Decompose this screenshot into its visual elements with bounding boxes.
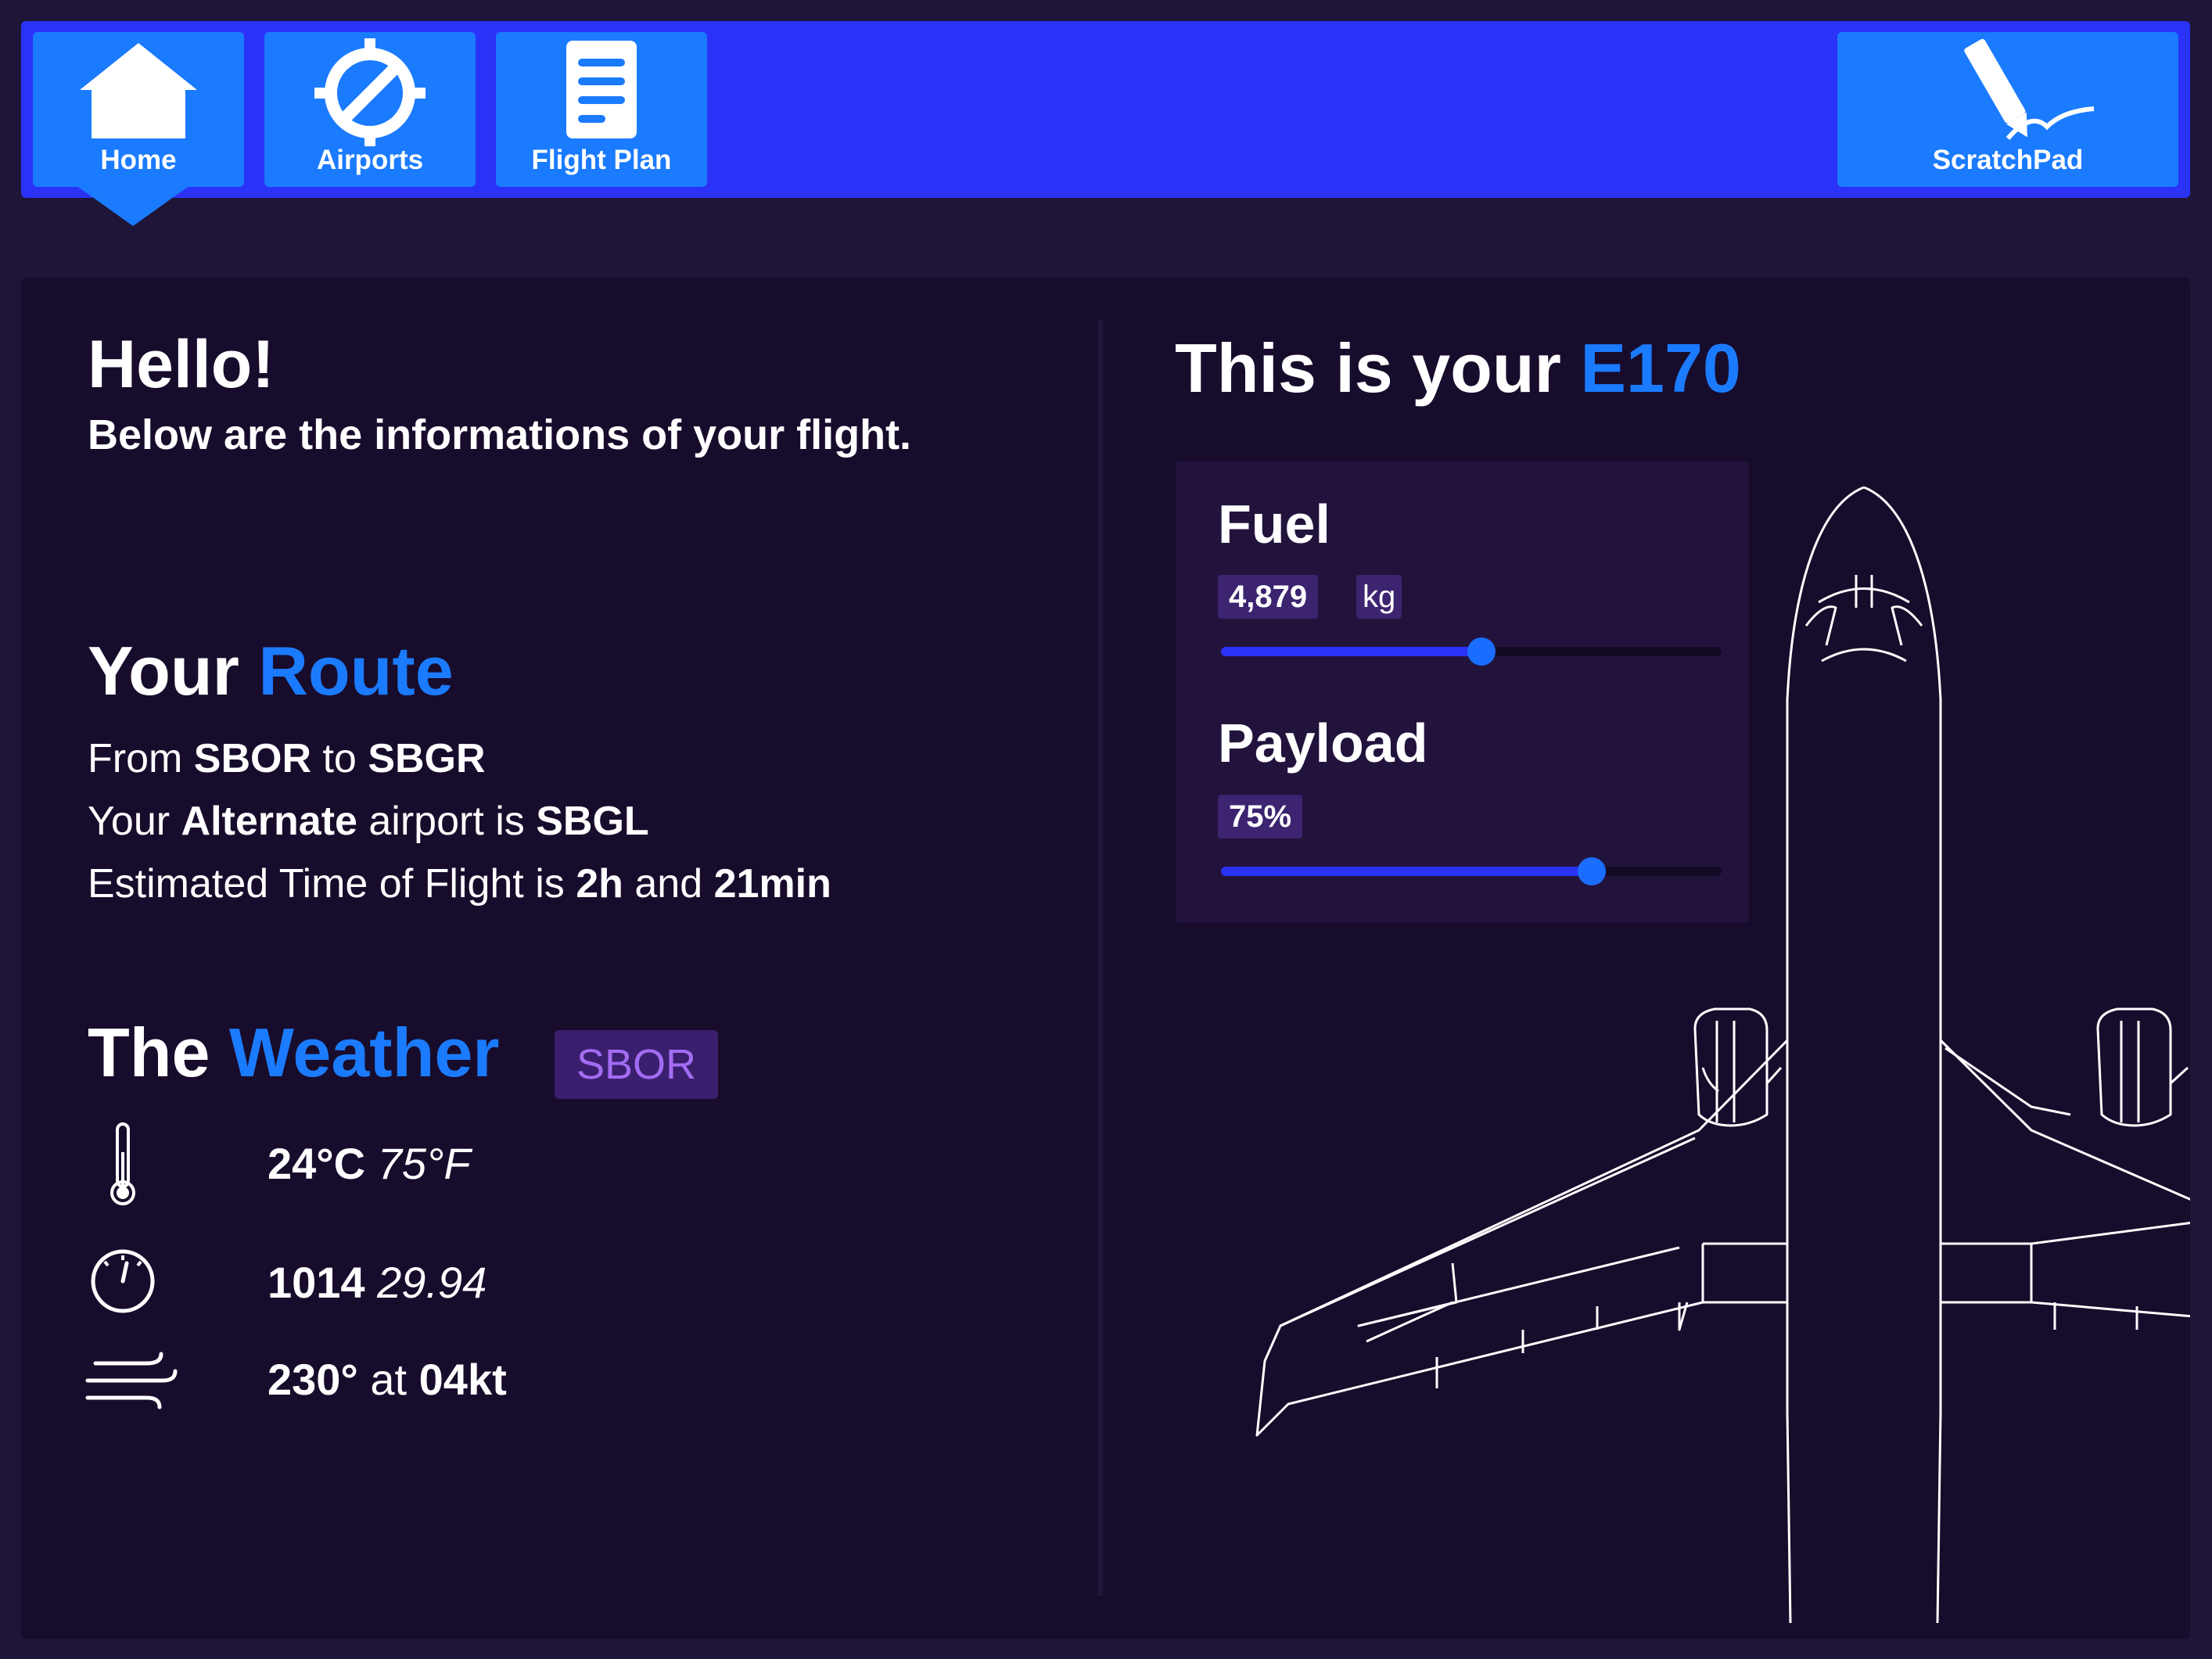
origin-airport: SBOR [193, 736, 312, 781]
temperature-text: 24°C 75°F [268, 1138, 471, 1189]
nav-home-button[interactable]: Home [33, 32, 244, 187]
route-title: Your Route [88, 631, 454, 711]
main-panel: Hello! Below are the informations of you… [21, 278, 2190, 1639]
ete-and: and [634, 861, 703, 907]
weather-title-prefix: The [88, 1014, 210, 1091]
nav-airports-button[interactable]: Airports [264, 32, 476, 187]
pressure-inhg: 29.94 [377, 1258, 487, 1307]
pen-icon [1837, 37, 2178, 146]
temperature-row: 24°C 75°F [88, 1121, 471, 1207]
destination-airport: SBGR [368, 736, 486, 781]
weather-title: The Weather [88, 1013, 500, 1093]
route-from-to: From SBOR to SBGR [88, 735, 486, 782]
route-title-accent: Route [258, 632, 454, 709]
alternate-prefix: Your [88, 799, 171, 844]
alternate-mid: airport is [368, 799, 525, 844]
payload-slider[interactable] [1221, 857, 1722, 885]
temp-celsius: 24°C [268, 1139, 366, 1188]
top-nav-bar: Home Airports Flight Plan ScratchPad [21, 21, 2190, 226]
greeting-subtitle: Below are the informations of your fligh… [88, 411, 912, 458]
fuel-unit-badge: kg [1356, 575, 1402, 619]
fuel-label: Fuel [1218, 494, 1330, 555]
nav-home-label: Home [100, 145, 177, 175]
fuel-value-badge: 4,879 [1218, 575, 1319, 619]
aircraft-title-prefix: This is your [1175, 329, 1561, 407]
active-tab-indicator [78, 187, 188, 226]
temp-fahrenheit: 75°F [377, 1139, 471, 1188]
aircraft-model: E170 [1580, 329, 1741, 407]
payload-slider-fill [1221, 867, 1592, 876]
fuel-slider-fill [1221, 647, 1481, 656]
to-label: to [322, 736, 357, 781]
pressure-text: 1014 29.94 [268, 1257, 487, 1308]
ete-prefix: Estimated Time of Flight is [88, 861, 565, 907]
route-alternate: Your Alternate airport is SBGL [88, 798, 649, 845]
wind-row: 230° at 04kt [85, 1349, 507, 1412]
pressure-hpa: 1014 [268, 1258, 365, 1307]
ete-minutes: 21min [713, 861, 831, 907]
greeting-title: Hello! [88, 327, 275, 402]
ete-hours: 2h [576, 861, 623, 907]
document-icon [496, 37, 707, 142]
gauge-icon [88, 1246, 158, 1316]
column-divider [1098, 321, 1103, 1596]
nav-flight-plan-label: Flight Plan [531, 145, 672, 175]
weather-station-badge: SBOR [555, 1030, 719, 1099]
nav-airports-label: Airports [316, 145, 424, 175]
alternate-airport: SBGL [536, 799, 649, 844]
aircraft-title: This is your E170 [1175, 329, 1741, 408]
loading-card: Fuel 4,879 kg Payload 75% [1176, 461, 1749, 923]
alternate-bold: Alternate [181, 799, 357, 844]
nav-flight-plan-button[interactable]: Flight Plan [496, 32, 707, 187]
fuel-slider[interactable] [1221, 637, 1722, 666]
wind-icon [84, 1349, 178, 1412]
wind-text: 230° at 04kt [268, 1354, 507, 1405]
payload-slider-handle[interactable] [1577, 857, 1606, 885]
wind-at: at [370, 1355, 408, 1404]
wind-direction: 230° [268, 1355, 358, 1404]
compass-icon [264, 37, 476, 146]
payload-value-badge: 75% [1218, 795, 1303, 838]
route-title-prefix: Your [88, 632, 239, 709]
payload-label: Payload [1218, 713, 1428, 774]
fuel-slider-handle[interactable] [1467, 637, 1496, 666]
nav-scratchpad-label: ScratchPad [1932, 145, 2084, 175]
weather-title-accent: Weather [228, 1014, 500, 1091]
wind-speed: 04kt [418, 1355, 507, 1404]
from-label: From [88, 736, 183, 781]
route-ete: Estimated Time of Flight is 2h and 21min [88, 860, 831, 907]
nav-scratchpad-button[interactable]: ScratchPad [1837, 32, 2178, 187]
pressure-row: 1014 29.94 [88, 1246, 487, 1316]
home-icon [33, 37, 244, 142]
thermometer-icon [88, 1121, 158, 1207]
